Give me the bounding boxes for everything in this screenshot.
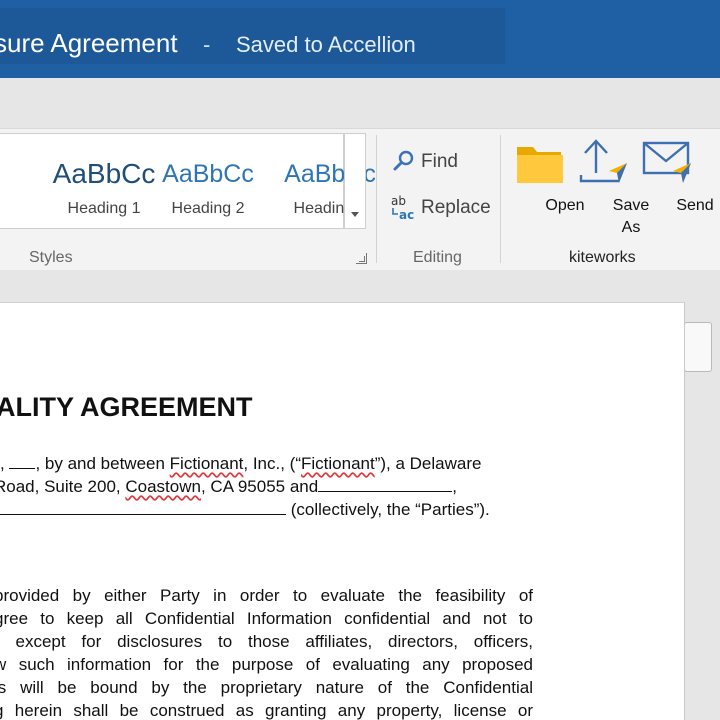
kiteworks-open-button[interactable]: Open (513, 135, 585, 225)
ribbon: AaBbCc Heading 1 AaBbCc Heading 2 AaBbCc… (0, 128, 720, 270)
doc-line: , , by and between Fictionant, Inc., (“F… (0, 453, 482, 473)
replace-label: Replace (421, 197, 491, 218)
style-heading-2[interactable]: AaBbCc Heading 2 (106, 134, 254, 230)
blank-field (0, 499, 286, 515)
envelope-icon (642, 141, 691, 183)
styles-group-label: Styles (29, 249, 73, 266)
upload-arrow-icon (579, 139, 627, 183)
folder-icon (517, 147, 563, 183)
chevron-down-icon (351, 212, 359, 217)
replace-icon: ab ac (391, 194, 414, 222)
blank-field (9, 453, 36, 469)
kiteworks-group-label: kiteworks (569, 249, 636, 266)
ribbon-tab-strip (0, 78, 720, 132)
svg-text:ac: ac (399, 208, 414, 222)
document-heading: ALITY AGREEMENT (0, 392, 253, 422)
spellcheck-word[interactable]: Coastown (125, 477, 201, 496)
doc-line: Road, Suite 200, Coastown, CA 95055 and, (0, 476, 457, 496)
doc-line: ls will be bound by the proprietary natu… (0, 678, 533, 697)
title-bar: sure Agreement - Saved to Accellion (0, 0, 720, 78)
doc-line: provided by either Party in order to eva… (0, 586, 533, 605)
style-heading-3[interactable]: AaBbCc Heading 3 (228, 134, 376, 230)
kiteworks-save-as-button[interactable]: Save As (575, 135, 649, 245)
spellcheck-word[interactable]: Fictionant (301, 454, 375, 473)
document-title: sure Agreement (0, 28, 178, 58)
document-title-area[interactable]: sure Agreement - Saved to Accellion (0, 8, 505, 64)
editing-group-label: Editing (413, 249, 462, 266)
document-page[interactable]: ALITY AGREEMENT , , by and between Ficti… (0, 302, 685, 720)
replace-button[interactable]: ab ac Replace (390, 193, 500, 223)
doc-line: gree to keep all Confidential Informatio… (0, 609, 533, 628)
send-label: Send (676, 197, 714, 214)
dialog-launcher-icon[interactable] (356, 253, 367, 264)
doc-line: (collectively, the “Parties”). (0, 499, 533, 521)
doc-line: w such information for the purpose of ev… (0, 655, 533, 674)
group-divider (376, 135, 377, 263)
find-button[interactable]: Find (390, 147, 490, 177)
magnifier-icon (393, 150, 414, 171)
find-label: Find (421, 151, 458, 172)
title-separator: - (203, 32, 211, 57)
svg-text:ab: ab (391, 194, 406, 208)
spellcheck-word[interactable]: Fictionant (170, 454, 244, 473)
kiteworks-send-button[interactable]: Send (639, 135, 714, 225)
doc-line: g herein shall be construed as granting … (0, 701, 533, 720)
doc-line: r except for disclosures to those affili… (0, 632, 533, 651)
style-heading-1[interactable]: AaBbCc Heading 1 (0, 134, 156, 230)
scrollbar-thumb[interactable] (684, 322, 712, 372)
blank-field (318, 476, 453, 492)
save-status: Saved to Accellion (236, 32, 416, 57)
group-divider (500, 135, 501, 263)
styles-gallery: AaBbCc Heading 1 AaBbCc Heading 2 AaBbCc… (0, 133, 376, 230)
styles-gallery-more-button[interactable] (344, 133, 366, 229)
